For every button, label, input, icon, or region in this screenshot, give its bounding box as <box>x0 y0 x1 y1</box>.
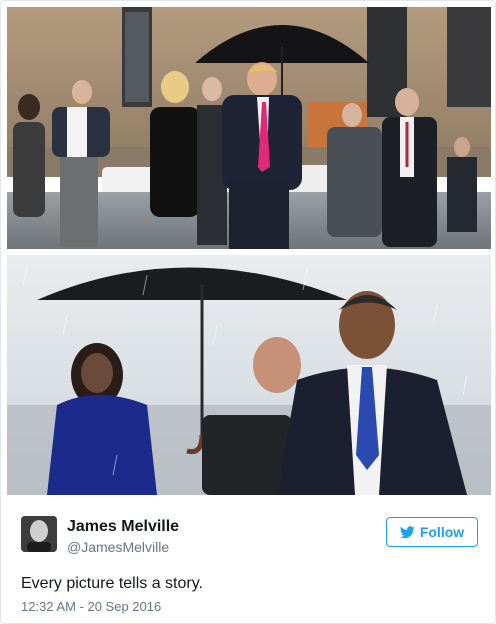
avatar-image <box>21 516 57 552</box>
author-name[interactable]: James Melville <box>67 518 179 536</box>
tweet-card: James Melville @JamesMelville Follow Eve… <box>0 0 496 624</box>
tweet-text: Every picture tells a story. <box>21 575 203 592</box>
photo-bottom-image <box>7 255 491 495</box>
author-avatar[interactable] <box>21 516 57 552</box>
photo-top[interactable] <box>7 7 491 249</box>
photo-bottom[interactable] <box>7 255 491 495</box>
follow-label: Follow <box>419 524 465 540</box>
twitter-bird-icon <box>399 525 415 538</box>
author-handle[interactable]: @JamesMelville <box>67 539 169 555</box>
photo-top-image <box>7 7 491 249</box>
tweet-media[interactable] <box>7 7 491 495</box>
tweet-timestamp[interactable]: 12:32 AM - 20 Sep 2016 <box>21 599 161 614</box>
follow-button[interactable]: Follow <box>386 517 478 547</box>
